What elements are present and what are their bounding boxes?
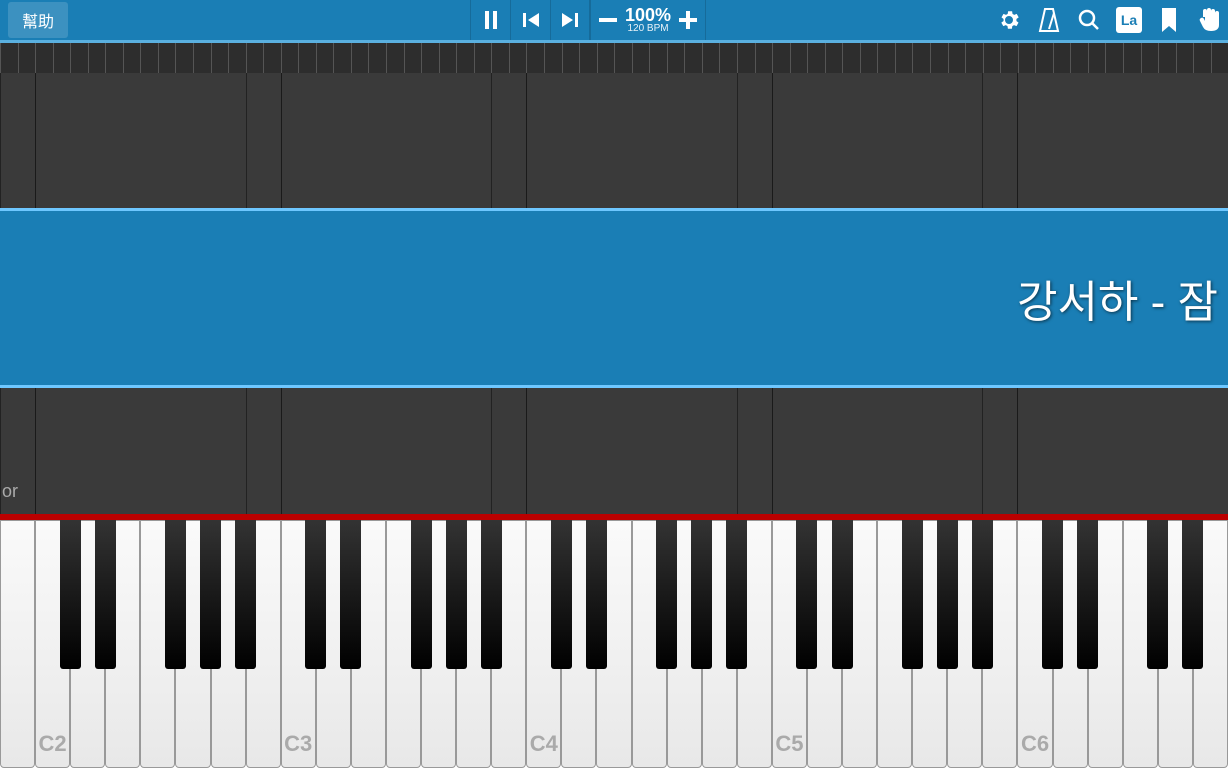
black-key[interactable] — [411, 520, 432, 669]
octave-label: C2 — [39, 731, 67, 757]
black-key[interactable] — [1042, 520, 1063, 669]
tempo-section: 100% 120 BPM — [590, 0, 706, 40]
notation-button[interactable]: La — [1116, 7, 1142, 33]
black-key[interactable] — [796, 520, 817, 669]
note-fall-area[interactable]: 강서하 - 잠 or — [0, 40, 1228, 514]
black-key[interactable] — [305, 520, 326, 669]
black-key[interactable] — [200, 520, 221, 669]
next-button[interactable] — [550, 0, 590, 40]
black-key[interactable] — [691, 520, 712, 669]
black-key[interactable] — [1147, 520, 1168, 669]
pause-button[interactable] — [470, 0, 510, 40]
black-key[interactable] — [165, 520, 186, 669]
black-key[interactable] — [586, 520, 607, 669]
black-key[interactable] — [235, 520, 256, 669]
track-label: or — [2, 481, 18, 502]
black-key[interactable] — [340, 520, 361, 669]
tick-strip — [0, 43, 1228, 73]
tempo-display[interactable]: 100% 120 BPM — [625, 6, 671, 34]
black-key[interactable] — [551, 520, 572, 669]
octave-label: C5 — [775, 731, 803, 757]
toolbar: 幫助 100% 120 BPM — [0, 0, 1228, 40]
keyboard-area: C2 C3 C4 C5 C6 — [0, 514, 1228, 768]
right-tools: La — [996, 0, 1228, 40]
song-title-bar: 강서하 - 잠 — [0, 208, 1228, 388]
prev-button[interactable] — [510, 0, 550, 40]
settings-icon[interactable] — [996, 7, 1022, 33]
black-key[interactable] — [902, 520, 923, 669]
octave-label: C3 — [284, 731, 312, 757]
zoom-icon[interactable] — [1076, 7, 1102, 33]
black-key[interactable] — [972, 520, 993, 669]
octave-label: C6 — [1021, 731, 1049, 757]
metronome-icon[interactable] — [1036, 7, 1062, 33]
black-key[interactable] — [95, 520, 116, 669]
hand-icon[interactable] — [1196, 7, 1222, 33]
piano-keyboard[interactable]: C2 C3 C4 C5 C6 — [0, 520, 1228, 768]
tempo-increase-button[interactable] — [679, 11, 697, 29]
black-key[interactable] — [446, 520, 467, 669]
song-title: 강서하 - 잠 — [1017, 266, 1218, 330]
black-key[interactable] — [726, 520, 747, 669]
tempo-decrease-button[interactable] — [599, 18, 617, 22]
tempo-bpm: 120 BPM — [625, 24, 671, 34]
black-key[interactable] — [937, 520, 958, 669]
black-key[interactable] — [1182, 520, 1203, 669]
bookmark-icon[interactable] — [1156, 7, 1182, 33]
black-key[interactable] — [656, 520, 677, 669]
black-key[interactable] — [832, 520, 853, 669]
black-key[interactable] — [60, 520, 81, 669]
help-button[interactable]: 幫助 — [8, 2, 68, 38]
black-key[interactable] — [1077, 520, 1098, 669]
tempo-percent: 100% — [625, 6, 671, 24]
black-key[interactable] — [481, 520, 502, 669]
white-key[interactable] — [0, 520, 35, 768]
playback-controls: 100% 120 BPM — [470, 0, 706, 40]
octave-label: C4 — [530, 731, 558, 757]
